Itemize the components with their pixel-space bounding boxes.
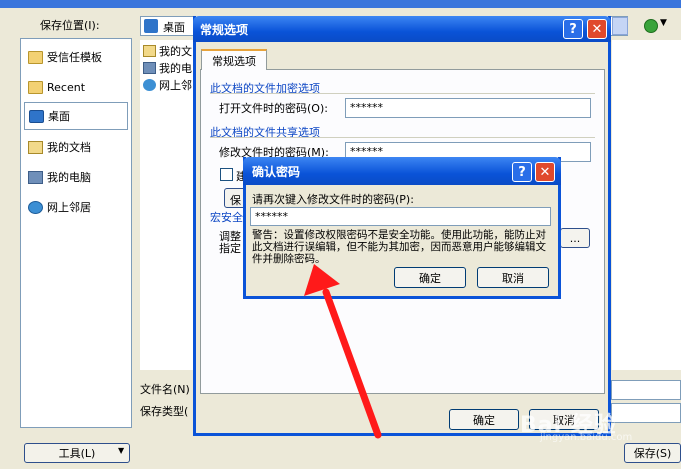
readonly-checkbox[interactable] bbox=[220, 168, 233, 181]
ok-label: 确定 bbox=[473, 413, 495, 427]
macro-button-label: ... bbox=[569, 231, 581, 245]
folder-icon bbox=[28, 80, 43, 94]
cancel-label: 取消 bbox=[502, 271, 524, 285]
place-desktop[interactable]: 桌面 bbox=[24, 102, 128, 130]
watermark-url: jingyan.baidu.com bbox=[540, 432, 633, 443]
documents-icon bbox=[143, 45, 156, 57]
save-dialog-titlebar bbox=[0, 0, 681, 8]
place-my-computer[interactable]: 我的电脑 bbox=[24, 163, 128, 191]
list-item-label: 我的文 bbox=[159, 45, 192, 58]
warning-text: 警告：设置修改权限密码不是安全功能。使用此功能，能防止对此文档进行误编辑，但不能… bbox=[252, 229, 546, 265]
place-trusted-templates[interactable]: 受信任模板 bbox=[24, 43, 128, 71]
macro-section-title: 宏安全 bbox=[210, 211, 243, 224]
place-label: 网上邻居 bbox=[47, 201, 91, 214]
tools-label: 工具(L) bbox=[58, 447, 96, 460]
divider bbox=[210, 93, 595, 94]
ok-label: 确定 bbox=[419, 271, 441, 285]
location-value: 桌面 bbox=[163, 21, 185, 34]
computer-icon bbox=[143, 62, 156, 74]
place-label: Recent bbox=[47, 80, 86, 94]
place-my-documents[interactable]: 我的文档 bbox=[24, 133, 128, 161]
list-item[interactable]: 我的电 bbox=[143, 60, 192, 76]
desktop-icon bbox=[29, 109, 44, 123]
confirm-ok-button[interactable]: 确定 bbox=[394, 267, 466, 288]
place-label: 我的文档 bbox=[47, 141, 91, 154]
macro-security-button[interactable]: ... bbox=[560, 228, 590, 248]
options-ok-button[interactable]: 确定 bbox=[449, 409, 519, 430]
confirm-prompt-label: 请再次键入修改文件时的密码(P): bbox=[252, 193, 414, 206]
list-item[interactable]: 我的文 bbox=[143, 43, 192, 59]
help-icon[interactable]: ? bbox=[512, 162, 532, 182]
location-dropdown-button[interactable] bbox=[612, 17, 628, 35]
place-network[interactable]: 网上邻居 bbox=[24, 193, 128, 221]
filetype-label: 保存类型( bbox=[140, 405, 189, 418]
network-icon bbox=[28, 200, 43, 214]
macro-text-line2: 指定 bbox=[219, 242, 241, 255]
list-item[interactable]: 网上邻 bbox=[143, 77, 192, 93]
network-icon bbox=[143, 79, 156, 91]
chevron-down-icon[interactable]: ▼ bbox=[660, 18, 667, 28]
save-button[interactable]: 保存(S) bbox=[624, 443, 681, 463]
tab-general-options[interactable]: 常规选项 bbox=[201, 49, 267, 70]
protect-label: 保 bbox=[230, 194, 241, 207]
place-label: 受信任模板 bbox=[47, 51, 102, 64]
confirm-password-input[interactable]: ****** bbox=[250, 207, 551, 226]
documents-icon bbox=[28, 140, 43, 154]
list-item-label: 网上邻 bbox=[159, 79, 192, 92]
filename-label: 文件名(N) bbox=[140, 383, 190, 396]
computer-icon bbox=[28, 170, 43, 184]
divider bbox=[210, 137, 595, 138]
help-icon[interactable]: ? bbox=[563, 19, 583, 39]
location-label: 保存位置(I): bbox=[40, 19, 100, 32]
list-item-label: 我的电 bbox=[159, 62, 192, 75]
close-icon[interactable]: ✕ bbox=[535, 162, 555, 182]
desktop-icon bbox=[144, 19, 158, 33]
chevron-down-icon[interactable]: ▼ bbox=[118, 446, 124, 455]
filetype-select-edge[interactable] bbox=[611, 403, 681, 423]
confirm-cancel-button[interactable]: 取消 bbox=[477, 267, 549, 288]
folder-icon bbox=[28, 50, 43, 64]
file-list-right[interactable] bbox=[612, 40, 681, 370]
close-icon[interactable]: ✕ bbox=[587, 19, 607, 39]
tools-button[interactable]: 工具(L) bbox=[24, 443, 130, 463]
places-bar: 受信任模板 Recent 桌面 我的文档 我的电脑 网上邻居 bbox=[20, 38, 132, 428]
open-password-input[interactable]: ****** bbox=[345, 98, 591, 118]
place-label: 我的电脑 bbox=[47, 171, 91, 184]
tab-label: 常规选项 bbox=[212, 54, 256, 68]
place-recent[interactable]: Recent bbox=[24, 73, 128, 101]
place-label: 桌面 bbox=[48, 110, 70, 123]
filename-input-edge[interactable] bbox=[611, 380, 681, 400]
dialog-title: 确认密码 bbox=[252, 165, 301, 179]
save-label: 保存(S) bbox=[633, 447, 672, 460]
dialog-title: 常规选项 bbox=[200, 23, 249, 37]
back-icon[interactable] bbox=[644, 19, 658, 33]
open-password-label: 打开文件时的密码(O): bbox=[219, 102, 328, 115]
general-options-titlebar bbox=[193, 16, 611, 42]
